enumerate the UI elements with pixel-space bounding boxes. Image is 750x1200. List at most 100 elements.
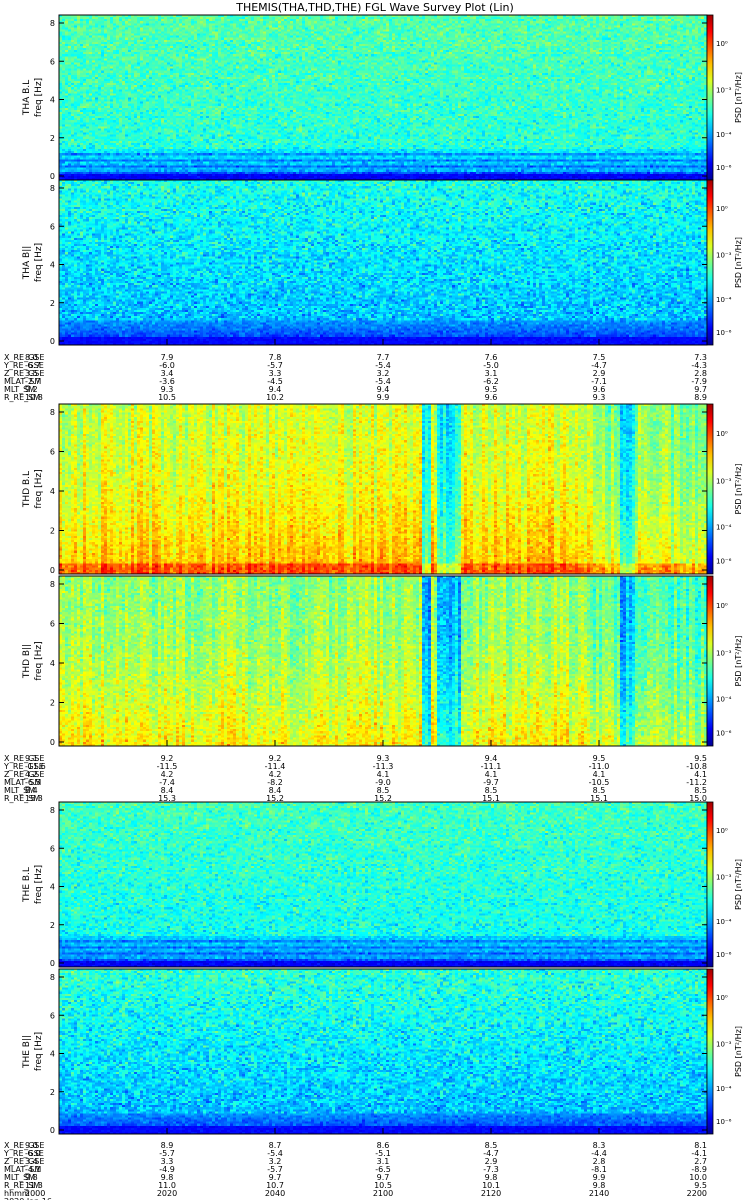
ephem-value: 9.3 — [593, 393, 606, 402]
ephem-value: 2100 — [373, 1189, 393, 1198]
y-tick-label: 4 — [50, 659, 55, 668]
panel-probe-label: THA B.L — [22, 80, 32, 116]
spectrogram-image — [59, 969, 707, 1134]
spectrogram-image — [59, 802, 707, 967]
y-tick-label: 4 — [50, 96, 55, 105]
colorbar-tick-label: 10⁻³ — [716, 650, 732, 658]
panel-freq-label: freq [Hz] — [34, 1032, 44, 1071]
y-tick-label: 0 — [50, 1126, 55, 1135]
y-tick-label: 2 — [50, 921, 55, 930]
ephem-value: 2200 — [687, 1189, 707, 1198]
y-tick-label: 0 — [50, 566, 55, 575]
y-tick-label: 4 — [50, 261, 55, 270]
colorbar — [706, 14, 714, 181]
colorbar-tick-label: 10⁻⁴ — [716, 523, 732, 531]
colorbar — [706, 968, 714, 1135]
y-tick-label: 4 — [50, 487, 55, 496]
y-tick-label: 8 — [50, 580, 55, 589]
y-tick-label: 2 — [50, 527, 55, 536]
colorbar-label: PSD [nT²/Hz] — [734, 636, 743, 687]
panel-freq-label: freq [Hz] — [34, 243, 44, 282]
y-tick-label: 4 — [50, 883, 55, 892]
y-tick-label: 0 — [50, 959, 55, 968]
ephem-value: 15.3 — [25, 794, 43, 803]
y-tick-label: 8 — [50, 806, 55, 815]
y-tick-label: 6 — [50, 844, 55, 853]
y-tick-label: 0 — [50, 738, 55, 747]
panel-freq-label: freq [Hz] — [34, 641, 44, 680]
colorbar-tick-label: 10⁻³ — [716, 86, 732, 94]
colorbar — [706, 179, 714, 346]
colorbar-tick-label: 10⁰ — [716, 205, 728, 213]
colorbar-tick-label: 10⁻³ — [716, 251, 732, 259]
colorbar-tick-label: 10⁻⁴ — [716, 296, 732, 304]
y-tick-label: 8 — [50, 408, 55, 417]
y-tick-label: 2 — [50, 1088, 55, 1097]
panel-probe-label: THE B|| — [22, 1035, 32, 1069]
y-tick-label: 6 — [50, 448, 55, 457]
colorbar-tick-label: 10⁻³ — [716, 873, 732, 881]
spectrogram-image — [59, 576, 707, 746]
colorbar-tick-label: 10⁰ — [716, 827, 728, 835]
y-tick-label: 6 — [50, 1011, 55, 1020]
colorbar — [706, 801, 714, 968]
colorbar-tick-label: 10⁻⁶ — [716, 1118, 732, 1126]
ephem-value: 2120 — [481, 1189, 501, 1198]
spectrogram-image — [59, 404, 707, 574]
panel-freq-label: freq [Hz] — [34, 78, 44, 117]
y-tick-label: 6 — [50, 57, 55, 66]
panel-freq-label: freq [Hz] — [34, 469, 44, 508]
colorbar-tick-label: 10⁰ — [716, 40, 728, 48]
colorbar-tick-label: 10⁻⁶ — [716, 329, 732, 337]
y-tick-label: 8 — [50, 19, 55, 28]
ephem-value: 10.5 — [158, 393, 176, 402]
ephem-value: 8.9 — [694, 393, 707, 402]
panel-probe-label: THA B|| — [22, 246, 32, 281]
chart-layer: 02468THA B.L freq [Hz]10⁰10⁻³10⁻⁴10⁻⁶PSD … — [3, 14, 743, 1200]
colorbar-tick-label: 10⁻⁶ — [716, 164, 732, 172]
colorbar-tick-label: 10⁰ — [716, 430, 728, 438]
ephem-value: 9.6 — [485, 393, 498, 402]
ephem-value: 2000 — [25, 1189, 45, 1198]
y-tick-label: 2 — [50, 134, 55, 143]
panel-freq-label: freq [Hz] — [34, 865, 44, 904]
colorbar-tick-label: 10⁰ — [716, 994, 728, 1002]
colorbar — [706, 575, 714, 747]
colorbar-tick-label: 10⁻³ — [716, 478, 732, 486]
colorbar-tick-label: 10⁻⁴ — [716, 1085, 732, 1093]
colorbar-label: PSD [nT²/Hz] — [734, 237, 743, 288]
ephem-value: 9.9 — [377, 393, 390, 402]
y-tick-label: 6 — [50, 222, 55, 231]
colorbar-label: PSD [nT²/Hz] — [734, 464, 743, 515]
colorbar-tick-label: 10⁻⁴ — [716, 918, 732, 926]
colorbar-label: PSD [nT²/Hz] — [734, 72, 743, 123]
y-tick-label: 0 — [50, 172, 55, 181]
panel-probe-label: THE B.L — [22, 867, 32, 903]
ephem-value: 2140 — [589, 1189, 609, 1198]
y-tick-label: 0 — [50, 337, 55, 346]
ephem-value: 10.2 — [266, 393, 284, 402]
colorbar-tick-label: 10⁻⁶ — [716, 729, 732, 737]
panel-probe-label: THD B.L — [22, 471, 32, 508]
colorbar — [706, 403, 714, 575]
y-tick-label: 6 — [50, 620, 55, 629]
y-tick-label: 2 — [50, 699, 55, 708]
colorbar-label: PSD [nT²/Hz] — [734, 859, 743, 910]
colorbar-tick-label: 10⁰ — [716, 602, 728, 610]
colorbar-tick-label: 10⁻⁶ — [716, 557, 732, 565]
ephem-value: 2020 — [157, 1189, 177, 1198]
spectrogram-image — [59, 15, 707, 180]
colorbar-label: PSD [nT²/Hz] — [734, 1026, 743, 1077]
y-tick-label: 8 — [50, 184, 55, 193]
y-tick-label: 4 — [50, 1050, 55, 1059]
chart-title: THEMIS(THA,THD,THE) FGL Wave Survey Plot… — [235, 1, 514, 14]
colorbar-tick-label: 10⁻⁴ — [716, 695, 732, 703]
ephem-value: 10.8 — [25, 393, 43, 402]
colorbar-tick-label: 10⁻⁶ — [716, 951, 732, 959]
colorbar-tick-label: 10⁻⁴ — [716, 131, 732, 139]
wave-survey-plot: THEMIS(THA,THD,THE) FGL Wave Survey Plot… — [3, 1, 743, 1200]
y-tick-label: 2 — [50, 299, 55, 308]
colorbar-tick-label: 10⁻³ — [716, 1040, 732, 1048]
ephem-value: 2040 — [265, 1189, 285, 1198]
y-tick-label: 8 — [50, 973, 55, 982]
